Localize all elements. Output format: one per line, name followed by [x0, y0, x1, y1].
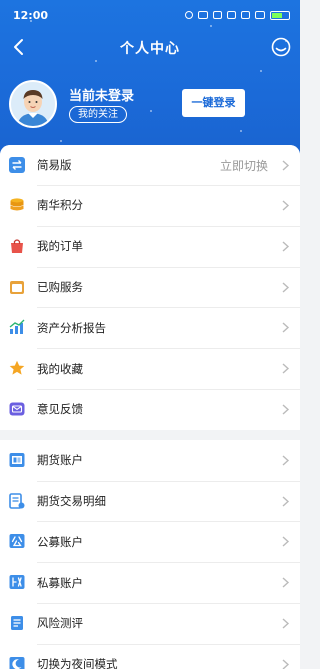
switch-icon — [9, 157, 25, 173]
menu-item-futures-account[interactable]: 期货账户 — [0, 440, 300, 481]
menu-item-trade-details[interactable]: 期货交易明细 — [0, 480, 300, 522]
menu-item-label: 风险测评 — [37, 616, 83, 631]
status-time: 12:00 — [13, 9, 49, 22]
bar-chart-icon — [9, 319, 25, 335]
menu-item-asset-report[interactable]: 资产分析报告 — [0, 307, 300, 348]
menu-item-label: 简易版 — [37, 158, 72, 172]
menu-item-simple-version[interactable]: 简易版 立即切换 — [0, 145, 300, 185]
menu-item-label: 期货交易明细 — [37, 493, 106, 508]
chevron-right-icon — [282, 659, 290, 669]
chevron-right-icon — [282, 200, 290, 211]
chevron-right-icon — [282, 455, 290, 466]
coins-icon — [10, 198, 24, 211]
mail-icon — [9, 402, 25, 416]
chevron-right-icon — [282, 496, 290, 507]
speed-icon — [213, 11, 222, 19]
chevron-right-icon — [282, 160, 290, 171]
menu-item-night-mode[interactable]: 切换为夜间模式 — [0, 643, 300, 669]
menu-item-my-orders[interactable]: 我的订单 — [0, 225, 300, 267]
menu-group-accounts: 期货账户 期货交易明细 公募账户 私募账户 风险测评 切换为夜间模式 — [0, 439, 300, 669]
menu-item-risk-assessment[interactable]: 风险测评 — [0, 602, 300, 644]
night-mode-icon — [9, 656, 25, 669]
chevron-right-icon — [282, 577, 290, 588]
profile-header: 12:00 个人中心 当前未登录 我的关注 一键登录 — [0, 0, 300, 160]
chevron-right-icon — [282, 363, 290, 374]
menu-group-services: 简易版 立即切换 南华积分 我的订单 已购服务 资产分析报告 我的收藏 意见反馈 — [0, 145, 300, 430]
menu-item-public-fund-account[interactable]: 公募账户 — [0, 521, 300, 562]
hd-icon — [227, 11, 236, 19]
page-title: 个人中心 — [120, 41, 180, 57]
chevron-right-icon — [282, 618, 290, 629]
battery-icon — [270, 10, 290, 20]
private-fund-icon — [9, 575, 25, 590]
customer-service-icon[interactable] — [270, 36, 292, 58]
trade-detail-icon — [9, 492, 25, 509]
menu-item-private-fund-account[interactable]: 私募账户 — [0, 562, 300, 603]
futures-account-icon — [9, 452, 25, 467]
purchased-bag-icon — [10, 280, 24, 294]
status-icons — [185, 9, 290, 21]
vibrate-icon — [198, 11, 208, 19]
status-bar: 12:00 — [0, 0, 300, 30]
login-status-text: 当前未登录 — [69, 89, 135, 104]
menu-item-label: 已购服务 — [37, 279, 83, 294]
chevron-right-icon — [282, 241, 290, 252]
menu-item-label: 私募账户 — [37, 575, 83, 590]
menu-item-feedback[interactable]: 意见反馈 — [0, 388, 300, 430]
risk-assessment-icon — [11, 615, 23, 630]
my-follows-button[interactable]: 我的关注 — [69, 106, 127, 123]
menu-item-label: 期货账户 — [37, 453, 83, 468]
public-fund-icon — [9, 534, 25, 549]
menu-item-value: 立即切换 — [219, 158, 268, 173]
menu-item-label: 南华积分 — [37, 198, 83, 213]
menu-item-label: 意见反馈 — [37, 402, 83, 417]
menu-card: 简易版 立即切换 南华积分 我的订单 已购服务 资产分析报告 我的收藏 意见反馈… — [0, 145, 300, 669]
signal-icon — [255, 11, 265, 19]
chevron-right-icon — [282, 322, 290, 333]
menu-item-label: 公募账户 — [37, 534, 83, 549]
menu-item-label: 我的订单 — [37, 239, 83, 254]
menu-item-points[interactable]: 南华积分 — [0, 185, 300, 226]
chevron-right-icon — [282, 536, 290, 547]
shopping-bag-icon — [11, 239, 23, 253]
nav-bar: 个人中心 — [0, 32, 300, 62]
chevron-right-icon — [282, 282, 290, 293]
star-icon — [9, 360, 25, 375]
one-click-login-button[interactable]: 一键登录 — [182, 89, 245, 117]
menu-item-purchased-services[interactable]: 已购服务 — [0, 266, 300, 308]
chevron-right-icon — [282, 404, 290, 415]
wifi-icon — [241, 11, 250, 19]
alarm-icon — [185, 11, 193, 19]
menu-item-label: 切换为夜间模式 — [37, 657, 118, 669]
avatar[interactable] — [9, 80, 57, 128]
user-avatar-icon — [11, 82, 55, 126]
menu-item-label: 资产分析报告 — [37, 320, 106, 335]
menu-item-favorites[interactable]: 我的收藏 — [0, 348, 300, 389]
menu-item-label: 我的收藏 — [37, 361, 83, 376]
